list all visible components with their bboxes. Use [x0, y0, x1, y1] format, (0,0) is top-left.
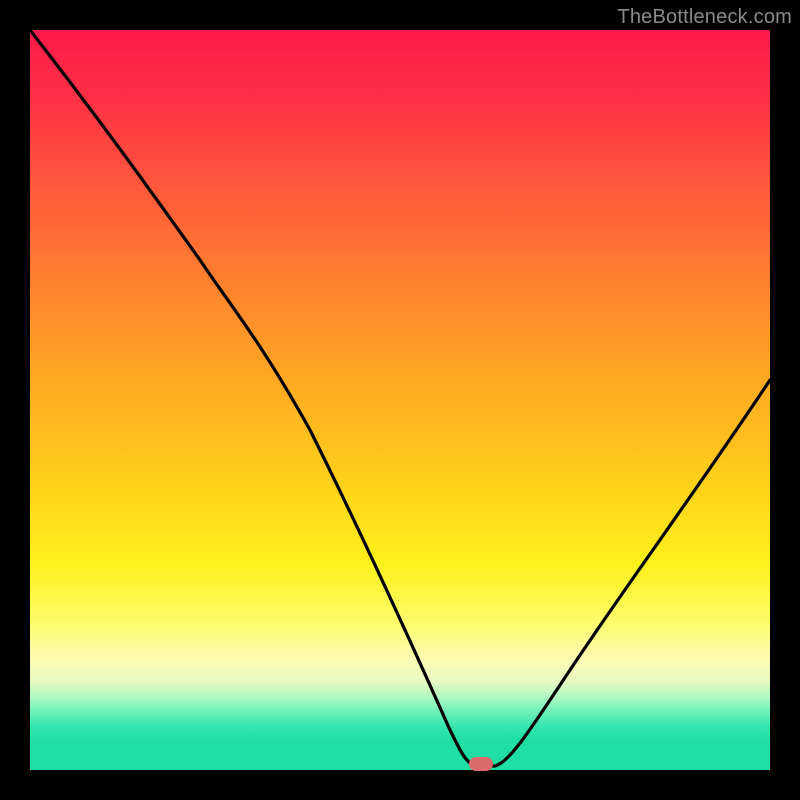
bottleneck-curve	[30, 30, 770, 770]
optimal-point-marker	[469, 757, 493, 771]
watermark-text: TheBottleneck.com	[617, 6, 792, 29]
chart-container: TheBottleneck.com	[0, 0, 800, 800]
plot-area	[30, 30, 770, 770]
curve-path	[30, 30, 770, 766]
